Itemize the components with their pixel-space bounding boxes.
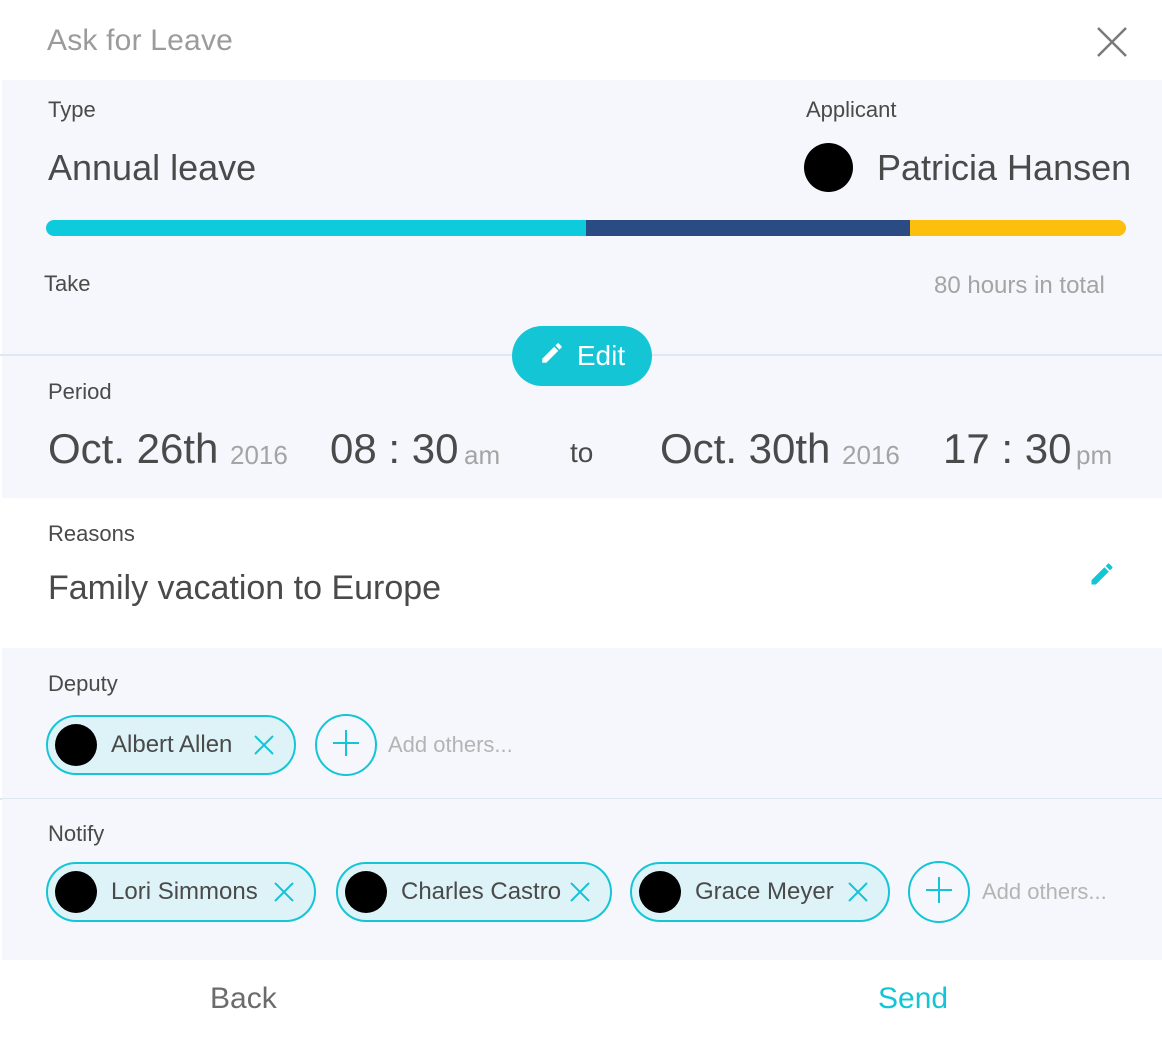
type-label: Type [48, 97, 96, 122]
applicant-name: Patricia Hansen [877, 147, 1132, 188]
end-time[interactable]: 17 : 30 [943, 425, 1071, 473]
applicant-label: Applicant [806, 97, 897, 122]
person-name: Albert Allen [111, 731, 233, 758]
person-name: Charles Castro [401, 878, 562, 905]
start-year: 2016 [230, 440, 288, 470]
balance-segment [586, 220, 910, 236]
reasons-label: Reasons [48, 521, 135, 546]
balance-segment [910, 220, 1126, 236]
leave-type-value[interactable]: Annual leave [48, 147, 256, 189]
deputy-chip: Albert Allen [46, 715, 296, 775]
end-year: 2016 [842, 440, 900, 470]
person-name: Lori Simmons [111, 878, 258, 905]
person-name: Grace Meyer [695, 878, 834, 905]
dialog-title: Ask for Leave [47, 24, 234, 57]
add-notify-placeholder[interactable]: Add others... [982, 879, 1107, 905]
add-deputy-placeholder[interactable]: Add others... [388, 732, 513, 758]
start-ampm: am [464, 440, 501, 470]
applicant-avatar [804, 143, 853, 192]
avatar [55, 724, 97, 766]
remove-icon[interactable] [568, 880, 592, 904]
plus-icon [924, 875, 954, 910]
start-date[interactable]: Oct. 26th [48, 425, 218, 473]
plus-icon [331, 728, 361, 763]
notify-chip: Charles Castro [336, 862, 612, 922]
add-deputy-button[interactable] [315, 714, 377, 776]
edit-take-button[interactable]: Edit [512, 326, 652, 386]
start-time[interactable]: 08 : 30 [330, 425, 458, 473]
notify-chip: Lori Simmons [46, 862, 316, 922]
period-label: Period [48, 379, 112, 404]
pencil-icon[interactable] [1088, 560, 1116, 588]
end-date[interactable]: Oct. 30th [660, 425, 830, 473]
notify-chip: Grace Meyer [630, 862, 890, 922]
remove-icon[interactable] [252, 733, 276, 757]
remove-icon[interactable] [846, 880, 870, 904]
avatar [345, 871, 387, 913]
take-label: Take [44, 271, 91, 296]
close-icon[interactable] [1094, 24, 1130, 60]
avatar [55, 871, 97, 913]
leave-balance-bar [46, 220, 1126, 236]
send-button[interactable]: Send [878, 982, 948, 1016]
period-separator: to [570, 437, 594, 468]
remove-icon[interactable] [272, 880, 296, 904]
deputy-label: Deputy [48, 671, 118, 696]
end-ampm: pm [1076, 440, 1113, 470]
type-section [2, 80, 1162, 355]
edit-button-label: Edit [576, 340, 626, 371]
notify-label: Notify [48, 821, 105, 846]
add-notify-button[interactable] [908, 861, 970, 923]
hours-total-text: 80 hours in total [934, 272, 1105, 299]
avatar [639, 871, 681, 913]
pencil-icon [539, 340, 565, 373]
back-button[interactable]: Back [210, 982, 277, 1016]
reasons-text: Family vacation to Europe [48, 569, 442, 607]
balance-segment [46, 220, 586, 236]
